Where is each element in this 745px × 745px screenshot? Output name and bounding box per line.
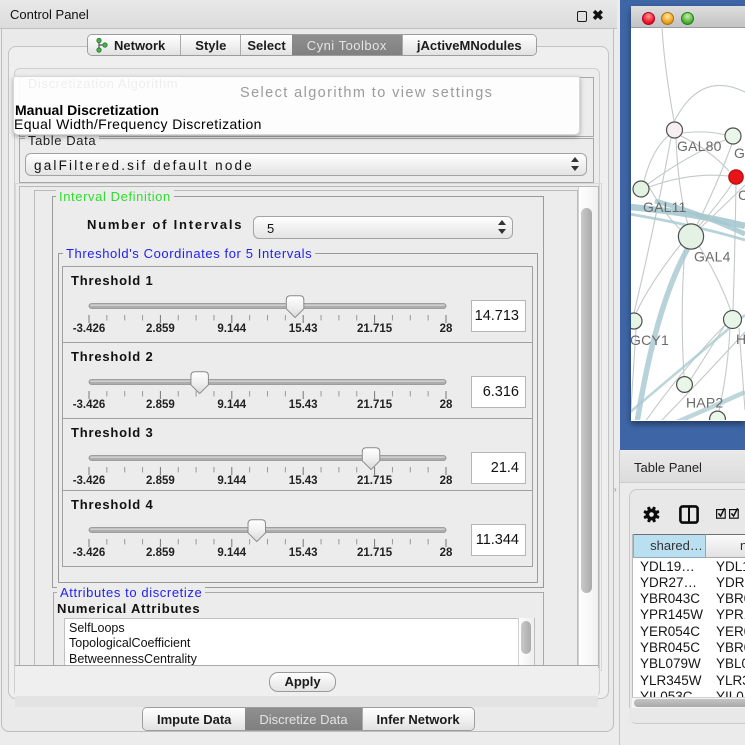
svg-text:2.859: 2.859 xyxy=(146,399,175,411)
svg-text:28: 28 xyxy=(440,399,453,411)
svg-text:C: C xyxy=(738,187,745,203)
svg-text:GCY1: GCY1 xyxy=(631,332,669,348)
svg-text:15.43: 15.43 xyxy=(289,399,318,411)
svg-text:9.144: 9.144 xyxy=(217,547,246,559)
svg-text:9.144: 9.144 xyxy=(217,399,246,411)
svg-text:9.144: 9.144 xyxy=(217,475,246,487)
svg-text:2.859: 2.859 xyxy=(146,475,175,487)
svg-text:15.43: 15.43 xyxy=(289,323,318,335)
svg-text:GAL11: GAL11 xyxy=(643,199,687,215)
svg-text:2.859: 2.859 xyxy=(146,323,175,335)
svg-text:GA: GA xyxy=(734,145,745,161)
svg-text:2.859: 2.859 xyxy=(146,547,175,559)
svg-text:28: 28 xyxy=(440,323,453,335)
svg-text:15.43: 15.43 xyxy=(289,475,318,487)
svg-text:-3.426: -3.426 xyxy=(73,323,106,335)
svg-text:15.43: 15.43 xyxy=(289,547,318,559)
svg-text:28: 28 xyxy=(440,475,453,487)
svg-text:HAP2: HAP2 xyxy=(686,395,723,411)
svg-text:GAL80: GAL80 xyxy=(677,138,722,154)
svg-text:21.715: 21.715 xyxy=(357,323,393,335)
svg-text:H: H xyxy=(736,331,745,347)
svg-text:-3.426: -3.426 xyxy=(73,475,106,487)
svg-text:-3.426: -3.426 xyxy=(73,547,106,559)
svg-text:-3.426: -3.426 xyxy=(73,399,106,411)
svg-text:21.715: 21.715 xyxy=(357,399,393,411)
svg-text:28: 28 xyxy=(440,547,453,559)
svg-text:21.715: 21.715 xyxy=(357,547,393,559)
svg-text:9.144: 9.144 xyxy=(217,323,246,335)
svg-text:21.715: 21.715 xyxy=(357,475,393,487)
svg-text:GAL4: GAL4 xyxy=(694,249,731,265)
